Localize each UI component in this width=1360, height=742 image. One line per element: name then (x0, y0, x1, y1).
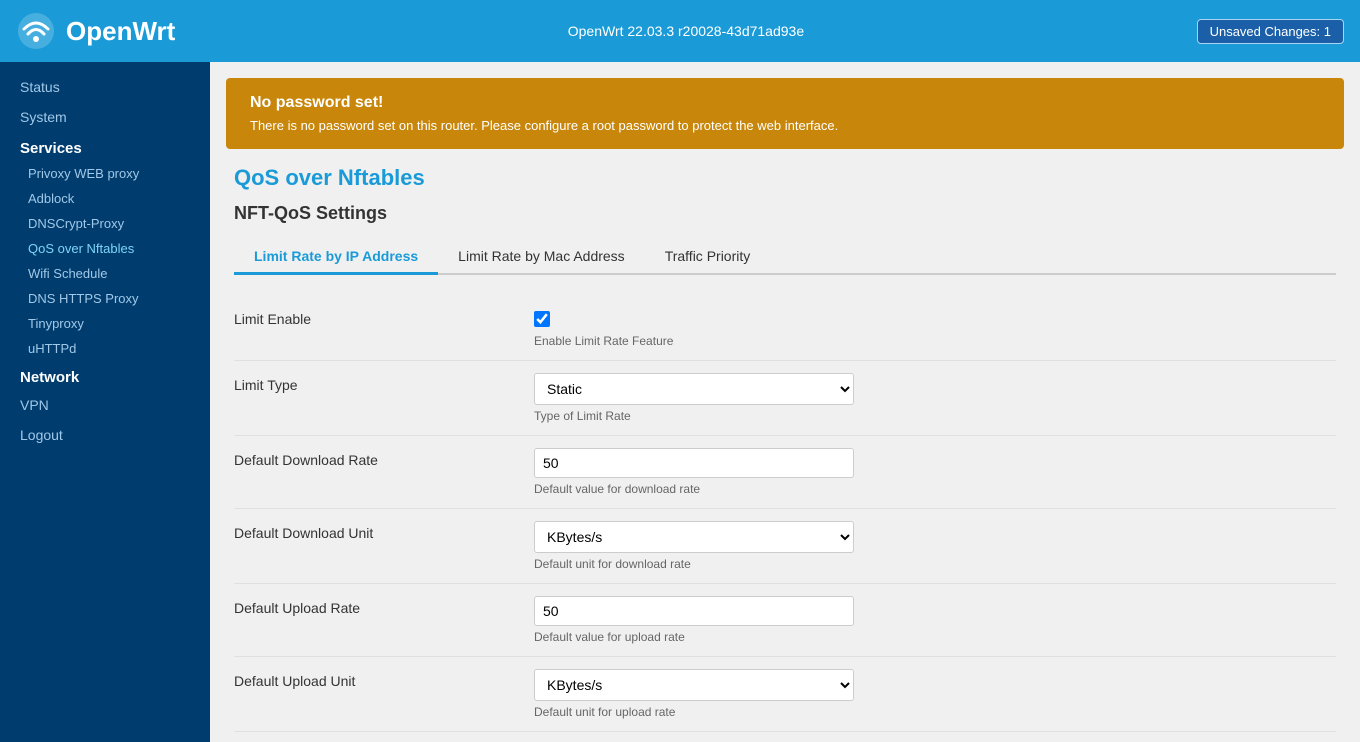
sidebar-item-wifi[interactable]: Wifi Schedule (0, 261, 210, 286)
upload-unit-hint: Default unit for upload rate (534, 705, 1336, 719)
download-unit-hint: Default unit for download rate (534, 557, 1336, 571)
logo: OpenWrt (16, 11, 175, 51)
upload-rate-hint: Default value for upload rate (534, 630, 1336, 644)
sidebar-item-adblock[interactable]: Adblock (0, 186, 210, 211)
download-rate-input[interactable] (534, 448, 854, 478)
sidebar-section-services: Services (0, 132, 210, 161)
sidebar-item-system[interactable]: System (0, 102, 210, 132)
sidebar-item-tinyproxy[interactable]: Tinyproxy (0, 311, 210, 336)
header: OpenWrt OpenWrt 22.03.3 r20028-43d71ad93… (0, 0, 1360, 62)
upload-rate-control: Default value for upload rate (534, 596, 1336, 644)
download-unit-row: Default Download Unit KBytes/s MBytes/s … (234, 509, 1336, 584)
upload-rate-row: Default Upload Rate Default value for up… (234, 584, 1336, 657)
limit-enable-control: Enable Limit Rate Feature (534, 307, 1336, 348)
upload-unit-label: Default Upload Unit (234, 669, 534, 689)
unsaved-changes-badge: Unsaved Changes: 1 (1197, 19, 1344, 44)
upload-unit-row: Default Upload Unit KBytes/s MBytes/s By… (234, 657, 1336, 732)
main-content: No password set! There is no password se… (210, 62, 1360, 742)
sidebar-item-dnscrypt[interactable]: DNSCrypt-Proxy (0, 211, 210, 236)
sidebar-item-dns-https[interactable]: DNS HTTPS Proxy (0, 286, 210, 311)
limit-type-row: Limit Type Static Dynamic Type of Limit … (234, 361, 1336, 436)
whitelist-row: White List for Limit Rate + (234, 732, 1336, 742)
sidebar-section-network: Network (0, 361, 210, 390)
settings-form: Limit Enable Enable Limit Rate Feature L… (234, 295, 1336, 742)
upload-rate-input[interactable] (534, 596, 854, 626)
sidebar-item-logout[interactable]: Logout (0, 420, 210, 450)
tab-limit-ip[interactable]: Limit Rate by IP Address (234, 240, 438, 275)
tabs-bar: Limit Rate by IP Address Limit Rate by M… (234, 240, 1336, 275)
upload-rate-label: Default Upload Rate (234, 596, 534, 616)
sidebar-item-status[interactable]: Status (0, 72, 210, 102)
download-rate-row: Default Download Rate Default value for … (234, 436, 1336, 509)
warning-message: There is no password set on this router.… (250, 118, 1320, 133)
limit-type-control: Static Dynamic Type of Limit Rate (534, 373, 1336, 423)
sidebar-item-uhttpd[interactable]: uHTTPd (0, 336, 210, 361)
sidebar-item-privoxy[interactable]: Privoxy WEB proxy (0, 161, 210, 186)
version-text: OpenWrt 22.03.3 r20028-43d71ad93e (568, 23, 804, 39)
limit-type-select[interactable]: Static Dynamic (534, 373, 854, 405)
limit-enable-hint: Enable Limit Rate Feature (534, 334, 1336, 348)
app-title: OpenWrt (66, 16, 175, 47)
download-unit-control: KBytes/s MBytes/s Bytes/s Default unit f… (534, 521, 1336, 571)
download-rate-label: Default Download Rate (234, 448, 534, 468)
warning-title: No password set! (250, 94, 1320, 112)
sidebar-item-qos[interactable]: QoS over Nftables (0, 236, 210, 261)
limit-type-label: Limit Type (234, 373, 534, 393)
upload-unit-control: KBytes/s MBytes/s Bytes/s Default unit f… (534, 669, 1336, 719)
upload-unit-select[interactable]: KBytes/s MBytes/s Bytes/s (534, 669, 854, 701)
download-unit-select[interactable]: KBytes/s MBytes/s Bytes/s (534, 521, 854, 553)
warning-banner: No password set! There is no password se… (226, 78, 1344, 149)
sidebar-item-vpn[interactable]: VPN (0, 390, 210, 420)
section-title: NFT-QoS Settings (234, 203, 1336, 224)
limit-type-hint: Type of Limit Rate (534, 409, 1336, 423)
download-rate-hint: Default value for download rate (534, 482, 1336, 496)
limit-enable-row: Limit Enable Enable Limit Rate Feature (234, 295, 1336, 361)
page-content: QoS over Nftables NFT-QoS Settings Limit… (210, 165, 1360, 742)
openwrt-logo-icon (16, 11, 56, 51)
download-rate-control: Default value for download rate (534, 448, 1336, 496)
download-unit-label: Default Download Unit (234, 521, 534, 541)
page-title: QoS over Nftables (234, 165, 1336, 191)
tab-traffic-priority[interactable]: Traffic Priority (645, 240, 771, 275)
tab-limit-mac[interactable]: Limit Rate by Mac Address (438, 240, 645, 275)
limit-enable-label: Limit Enable (234, 307, 534, 327)
limit-enable-checkbox[interactable] (534, 311, 550, 327)
sidebar: Status System Services Privoxy WEB proxy… (0, 62, 210, 742)
